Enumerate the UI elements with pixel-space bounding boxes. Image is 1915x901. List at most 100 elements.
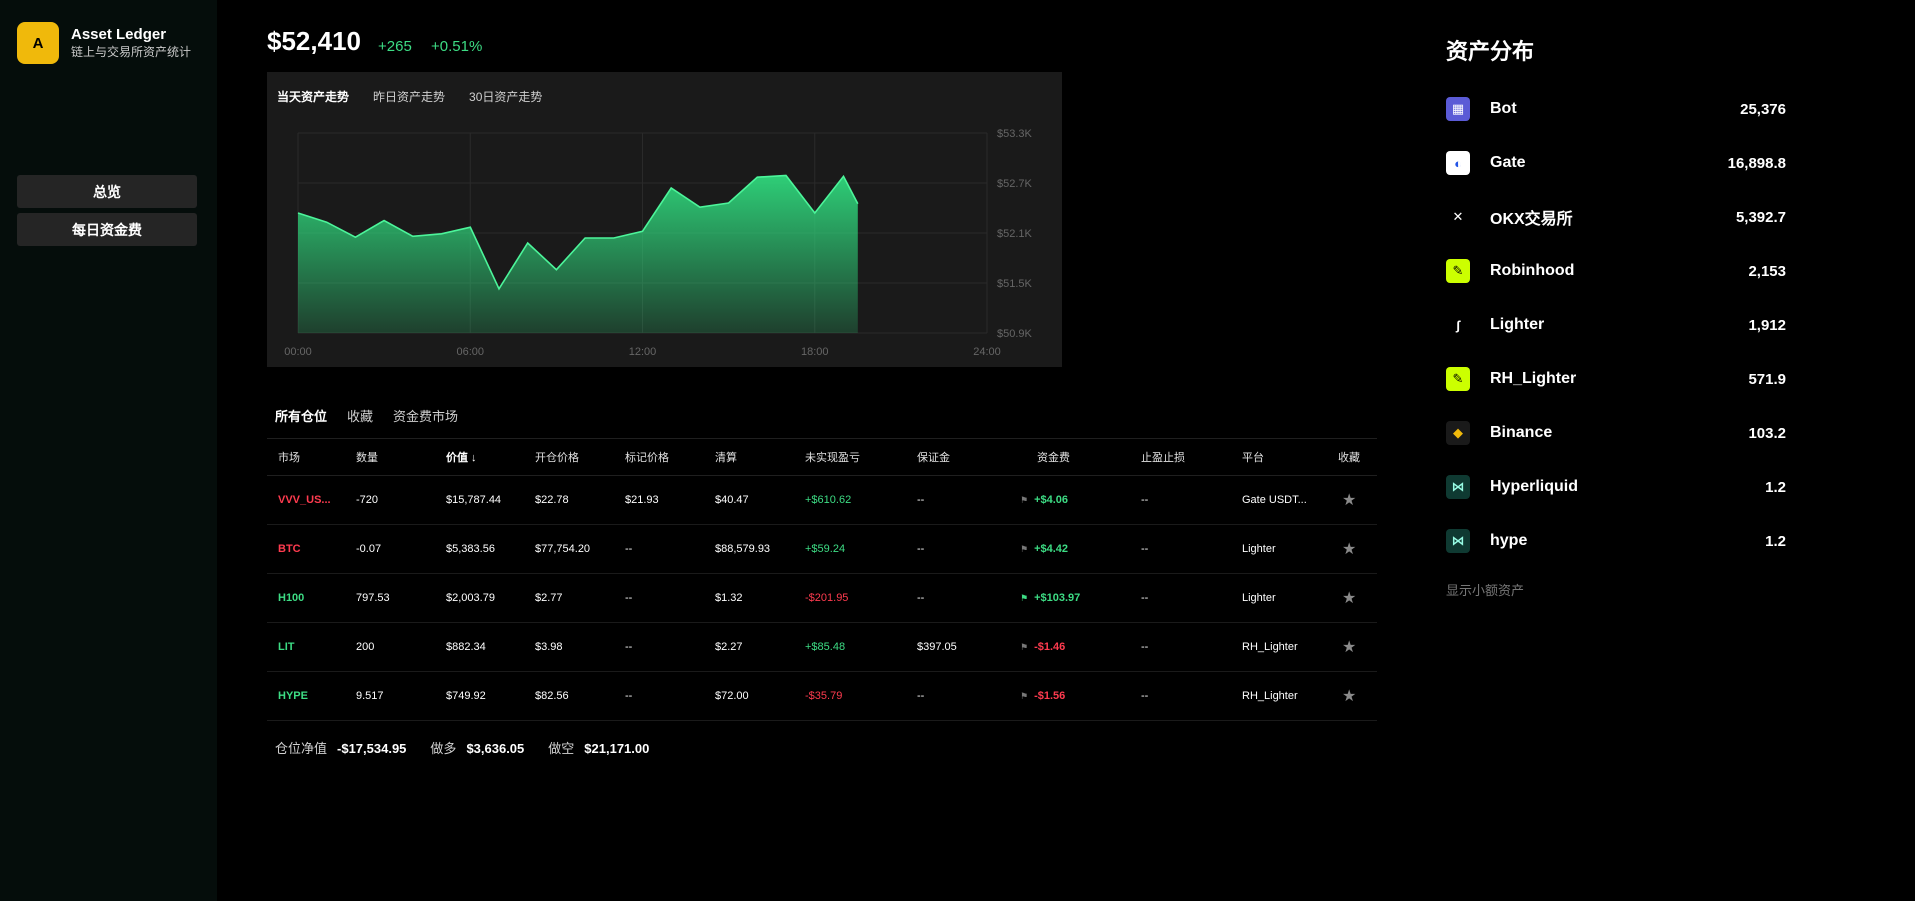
table-cell-mark-price: $21.93 xyxy=(625,494,659,506)
asset-area-fill xyxy=(298,175,858,333)
table-cell-platform: RH_Lighter xyxy=(1242,641,1298,653)
brand[interactable]: A Asset Ledger 链上与交易所资产统计 xyxy=(17,22,191,64)
allocation-item[interactable]: ʃ Lighter 1,912 xyxy=(1446,298,1786,352)
favorite-star-icon[interactable]: ★ xyxy=(1342,574,1356,622)
allocation-name: OKX交易所 xyxy=(1490,211,1573,228)
col-margin[interactable]: 保证金 xyxy=(917,439,950,475)
long-value: $3,636.05 xyxy=(466,741,525,756)
table-row[interactable]: LIT 200 $882.34 $3.98 -- $2.27 +$85.48 $397.05 ⚑… xyxy=(267,623,1377,672)
funding-value: -$1.56 xyxy=(1034,690,1066,702)
nav-item-overview[interactable]: 总览 xyxy=(17,175,197,208)
table-cell-mark-price: -- xyxy=(625,543,633,555)
hyperliquid-icon: ⋈ xyxy=(1446,475,1470,499)
table-cell-tpsl: -- xyxy=(1141,641,1149,653)
table-row[interactable]: BTC -0.07 $5,383.56 $77,754.20 -- $88,579.93 +… xyxy=(267,525,1377,574)
allocation-name: Bot xyxy=(1490,100,1517,117)
x-tick-label: 12:00 xyxy=(629,346,657,358)
table-cell-quantity: 797.53 xyxy=(356,592,390,604)
bot-icon: ▦ xyxy=(1446,97,1470,121)
gate-icon: ◐ xyxy=(1446,151,1470,175)
change-absolute: +265 xyxy=(378,38,412,55)
show-small-assets-link[interactable]: 显示小额资产 xyxy=(1446,580,1786,599)
allocation-item[interactable]: ✕ OKX交易所 5,392.7 xyxy=(1446,190,1786,244)
nav-item-daily-funding[interactable]: 每日资金费 xyxy=(17,213,197,246)
col-favorite[interactable]: 收藏 xyxy=(1338,439,1360,475)
allocation-title: 资产分布 xyxy=(1446,39,1535,64)
tab-favorites[interactable]: 收藏 xyxy=(347,406,373,425)
table-cell-market: VVV_US... xyxy=(278,494,331,506)
table-cell-margin: -- xyxy=(917,543,925,555)
col-quantity[interactable]: 数量 xyxy=(356,439,378,475)
y-tick-label: $52.7K xyxy=(997,178,1033,190)
table-cell-liquidation: $1.32 xyxy=(715,592,743,604)
table-cell-entry-price: $22.78 xyxy=(535,494,569,506)
table-cell-mark-price: -- xyxy=(625,690,633,702)
sidebar: A Asset Ledger 链上与交易所资产统计 总览 每日资金费 xyxy=(0,0,217,901)
favorite-star-icon[interactable]: ★ xyxy=(1342,525,1356,573)
x-tick-label: 00:00 xyxy=(284,346,312,358)
allocation-item[interactable]: ◐ Gate 16,898.8 xyxy=(1446,136,1786,190)
col-unrealized-pnl[interactable]: 未实现盈亏 xyxy=(805,439,860,475)
favorite-star-icon[interactable]: ★ xyxy=(1342,623,1356,671)
table-cell-margin: -- xyxy=(917,690,925,702)
allocation-item[interactable]: ⋈ Hyperliquid 1.2 xyxy=(1446,460,1786,514)
tab-yesterday-trend[interactable]: 昨日资产走势 xyxy=(373,88,445,105)
table-cell-pnl: +$610.62 xyxy=(805,494,852,506)
table-cell-liquidation: $40.47 xyxy=(715,494,749,506)
allocation-item[interactable]: ⋈ hype 1.2 xyxy=(1446,514,1786,568)
table-cell-pnl: -$201.95 xyxy=(805,592,849,604)
allocation-item[interactable]: ▦ Bot 25,376 xyxy=(1446,82,1786,136)
x-tick-label: 18:00 xyxy=(801,346,829,358)
table-cell-margin: -- xyxy=(917,494,925,506)
short-value: $21,171.00 xyxy=(584,741,650,756)
favorite-star-icon[interactable]: ★ xyxy=(1342,672,1356,720)
table-cell-platform: Gate USDT... xyxy=(1242,494,1307,506)
tab-all-positions[interactable]: 所有仓位 xyxy=(275,406,327,425)
favorite-star-icon[interactable]: ★ xyxy=(1342,476,1356,524)
col-platform[interactable]: 平台 xyxy=(1242,439,1264,475)
table-cell-mark-price: -- xyxy=(625,592,633,604)
col-value-sorted[interactable]: 价值 ↓ xyxy=(446,439,477,475)
allocation-name: hype xyxy=(1490,532,1528,549)
table-cell-platform: RH_Lighter xyxy=(1242,690,1298,702)
tab-today-trend[interactable]: 当天资产走势 xyxy=(277,88,349,105)
table-cell-pnl: +$85.48 xyxy=(805,641,846,653)
col-funding[interactable]: 资金费 xyxy=(1037,439,1070,475)
table-cell-value: $749.92 xyxy=(446,690,486,702)
col-market[interactable]: 市场 xyxy=(278,439,300,475)
col-entry-price[interactable]: 开仓价格 xyxy=(535,439,579,475)
allocation-item[interactable]: ◆ Binance 103.2 xyxy=(1446,406,1786,460)
table-row[interactable]: HYPE 9.517 $749.92 $82.56 -- $72.00 -$35.79 -- ⚑… xyxy=(267,672,1377,721)
table-cell-tpsl: -- xyxy=(1141,543,1149,555)
asset-chart-card: $53.3K $52.7K $52.1K $51.5K $50.9K 00:00 06:00… xyxy=(267,72,1062,367)
app-subtitle: 链上与交易所资产统计 xyxy=(71,45,192,59)
table-row[interactable]: H100 797.53 $2,003.79 $2.77 -- $1.32 -$201.95 -… xyxy=(267,574,1377,623)
allocation-value: 25,376 xyxy=(1740,100,1786,118)
col-liquidation[interactable]: 清算 xyxy=(715,439,737,475)
table-cell-entry-price: $2.77 xyxy=(535,592,563,604)
funding-value: +$103.97 xyxy=(1034,592,1081,604)
lighter-icon: ʃ xyxy=(1446,313,1470,337)
allocation-item[interactable]: ✎ Robinhood 2,153 xyxy=(1446,244,1786,298)
allocation-value: 1.2 xyxy=(1765,532,1786,550)
allocation-value: 5,392.7 xyxy=(1735,208,1786,226)
table-cell-quantity: 9.517 xyxy=(356,690,384,702)
table-row[interactable]: VVV_US... -720 $15,787.44 $22.78 $21.93 $40.4… xyxy=(267,476,1377,525)
table-cell-liquidation: $88,579.93 xyxy=(715,543,771,555)
robinhood-icon: ✎ xyxy=(1446,367,1470,391)
allocation-item[interactable]: ✎ RH_Lighter 571.9 xyxy=(1446,352,1786,406)
table-cell-pnl: +$59.24 xyxy=(805,543,846,555)
app-name: Asset Ledger xyxy=(71,26,167,43)
sidebar-nav: 总览 每日资金费 xyxy=(17,175,197,251)
funding-flag-icon: ⚑ xyxy=(1020,543,1029,554)
table-cell-platform: Lighter xyxy=(1242,592,1276,604)
table-cell-value: $882.34 xyxy=(446,641,486,653)
y-tick-label: $51.5K xyxy=(997,278,1033,290)
x-tick-label: 24:00 xyxy=(973,346,1001,358)
tab-funding-market[interactable]: 资金费市场 xyxy=(393,406,458,425)
table-cell-liquidation: $2.27 xyxy=(715,641,743,653)
table-cell-quantity: 200 xyxy=(356,641,375,653)
col-mark-price[interactable]: 标记价格 xyxy=(625,439,669,475)
tab-30day-trend[interactable]: 30日资产走势 xyxy=(469,88,542,105)
col-tpsl[interactable]: 止盈止损 xyxy=(1141,439,1185,475)
